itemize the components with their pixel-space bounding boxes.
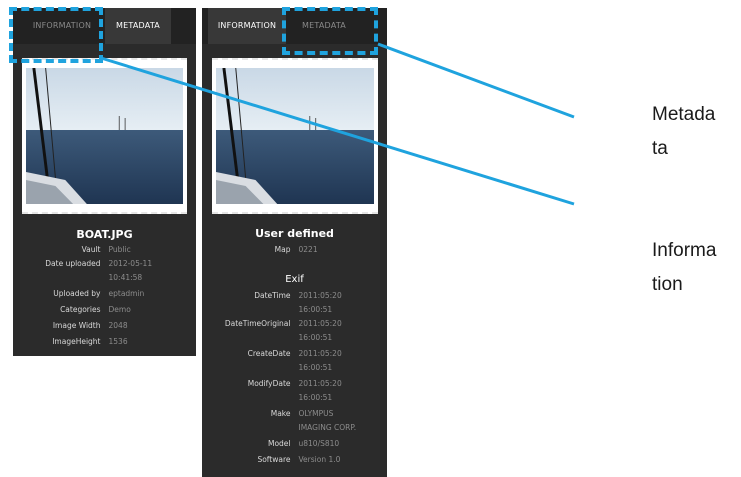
field-value: OLYMPUS [298,409,334,418]
exif-software: Software Version 1.0 [202,454,387,466]
field-value-continued: 16:00:51 [298,363,333,372]
right-panel: INFORMATION METADATA User defined Map 02… [202,8,387,477]
left-tab-metadata[interactable]: METADATA [105,8,171,44]
information-callout-label: Informa tion [652,234,741,302]
metadata-callout-line [377,42,575,119]
exif-model: Model u810/S810 [202,438,387,450]
right-photo-frame [212,58,378,214]
field-value: Version 1.0 [298,455,341,464]
field-value: Public [108,245,131,254]
left-photo-frame [22,58,187,214]
right-tabbar: INFORMATION METADATA [202,8,387,44]
field-value-continued: 16:00:51 [298,393,333,402]
field-key: Uploaded by [53,289,101,298]
metadata-label-line2: ta [652,138,668,159]
field-key: Model [267,439,291,448]
field-value: 2011:05:20 [298,291,342,300]
field-key: Date uploaded [45,259,101,268]
field-key: DateTime [254,291,291,300]
field-value-continued: 16:00:51 [298,305,333,314]
field-value-continued: IMAGING CORP. [298,423,357,432]
field-value: u810/S810 [298,439,340,448]
exif-createdate: CreateDate 2011:05:20 [202,348,387,360]
field-date-uploaded: Date uploaded 2012-05-11 [13,258,196,270]
right-tab-metadata[interactable]: METADATA [286,8,362,44]
field-value: 2011:05:20 [298,379,342,388]
left-tab-information[interactable]: INFORMATION [19,8,105,44]
left-tabbar: INFORMATION METADATA [13,8,196,44]
field-value: 2012-05-11 [108,259,153,268]
file-title: BOAT.JPG [76,228,133,241]
field-value: eptadmin [108,289,145,298]
field-value: Demo [108,305,131,314]
field-key: Categories [60,305,101,314]
exif-datetime-original: DateTimeOriginal 2011:05:20 [202,318,387,330]
field-key: Make [270,409,291,418]
exif-modifydate: ModifyDate 2011:05:20 [202,378,387,390]
field-value-continued: 10:41:58 [108,273,143,282]
exif-make: Make OLYMPUS [202,408,387,420]
left-panel: INFORMATION METADATA BOAT.JPG Vault Publ… [13,8,196,356]
field-image-width: Image Width 2048 [13,320,196,332]
metadata-callout-label: Metada ta [652,98,741,166]
field-categories: Categories Demo [13,304,196,316]
field-value: 0221 [298,245,318,254]
field-key: ModifyDate [247,379,291,388]
information-label-line2: tion [652,274,683,295]
right-tab-information[interactable]: INFORMATION [208,8,286,44]
field-map: Map 0221 [202,244,387,256]
exif-datetime: DateTime 2011:05:20 [202,290,387,302]
sailboat-photo-icon [216,68,374,204]
field-value: 2048 [108,321,128,330]
field-key: Image Width [52,321,101,330]
field-image-height: ImageHeight 1536 [13,336,196,348]
field-key: DateTimeOriginal [224,319,291,328]
field-vault: Vault Public [13,244,196,256]
user-defined-title: User defined [255,227,334,240]
field-key: Vault [81,245,101,254]
field-value: 2011:05:20 [298,319,342,328]
sailboat-photo-icon [26,68,183,204]
field-key: CreateDate [247,349,291,358]
information-label-line1: Informa [652,240,717,261]
metadata-label-line1: Metada [652,104,716,125]
exif-title: Exif [285,274,304,285]
field-value-continued: 16:00:51 [298,333,333,342]
field-value: 1536 [108,337,128,346]
field-key: Map [274,245,291,254]
field-key: Software [257,455,291,464]
field-uploaded-by: Uploaded by eptadmin [13,288,196,300]
field-value: 2011:05:20 [298,349,342,358]
field-key: ImageHeight [52,337,101,346]
